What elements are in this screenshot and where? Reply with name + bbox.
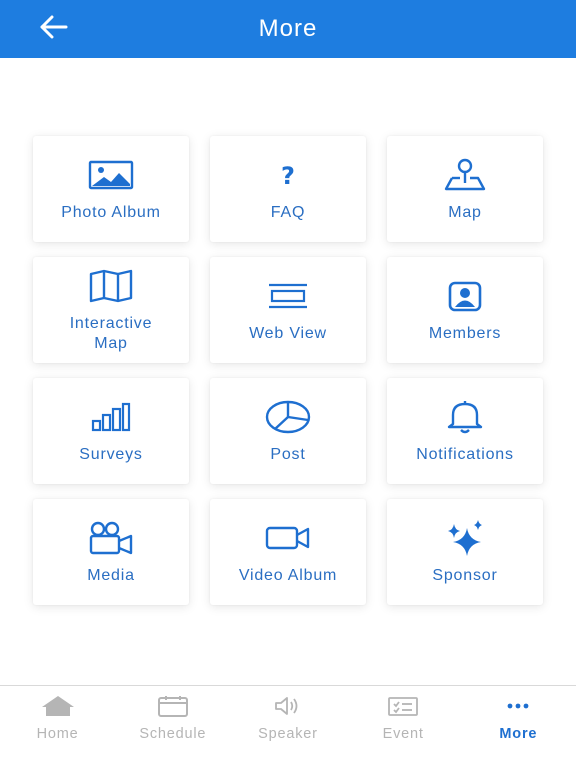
movie-camera-icon xyxy=(88,521,134,555)
question-icon: ? xyxy=(277,161,299,189)
tile-label: Video Album xyxy=(238,567,338,584)
tab-speaker[interactable]: Speaker xyxy=(230,686,345,768)
tab-more[interactable]: More xyxy=(461,686,576,768)
more-dots-icon xyxy=(506,695,530,722)
image-icon xyxy=(88,160,134,190)
tile-label: Web View xyxy=(249,325,327,342)
tile-faq[interactable]: ? FAQ xyxy=(210,136,366,242)
tab-label: Schedule xyxy=(139,726,207,742)
video-camera-icon xyxy=(265,525,311,551)
tab-event[interactable]: Event xyxy=(346,686,461,768)
tile-label: Members xyxy=(428,325,502,342)
pie-chart-icon xyxy=(265,400,311,434)
tile-sponsor[interactable]: Sponsor xyxy=(387,499,543,605)
tile-video-album[interactable]: Video Album xyxy=(210,499,366,605)
tile-map[interactable]: Map xyxy=(387,136,543,242)
tile-label: Sponsor xyxy=(432,567,498,584)
map-pin-icon xyxy=(442,158,488,192)
tile-label: Map xyxy=(448,204,482,221)
tab-label: Speaker xyxy=(258,726,318,742)
tile-members[interactable]: Members xyxy=(387,257,543,363)
tile-post[interactable]: Post xyxy=(210,378,366,484)
tile-label: Photo Album xyxy=(61,204,161,221)
bar-chart-icon xyxy=(91,402,131,432)
tile-media[interactable]: Media xyxy=(33,499,189,605)
page-title: More xyxy=(258,15,318,42)
tile-surveys[interactable]: Surveys xyxy=(33,378,189,484)
tab-label: Event xyxy=(382,726,424,742)
tile-label: Media xyxy=(87,567,135,584)
tile-label: Surveys xyxy=(79,446,143,463)
tile-label: Post xyxy=(270,446,306,463)
tab-schedule[interactable]: Schedule xyxy=(115,686,230,768)
tile-notifications[interactable]: Notifications xyxy=(387,378,543,484)
ticket-icon xyxy=(387,695,419,722)
tile-label: FAQ xyxy=(270,204,306,221)
tile-label: Notifications xyxy=(416,446,514,463)
top-app-bar: More xyxy=(0,0,576,58)
tab-label: Home xyxy=(36,726,79,742)
web-view-icon xyxy=(267,282,309,310)
tile-label: Interactive Map xyxy=(69,315,153,352)
tab-label: More xyxy=(499,726,538,742)
tile-interactive-map[interactable]: Interactive Map xyxy=(33,257,189,363)
calendar-icon xyxy=(157,695,189,722)
bottom-tab-bar: Home Schedule Speaker Event More xyxy=(0,685,576,768)
member-badge-icon xyxy=(448,280,482,312)
folded-map-icon xyxy=(88,269,134,303)
more-menu-grid: Photo Album ? FAQ Map Interactive Map We… xyxy=(33,136,543,605)
svg-text:?: ? xyxy=(281,162,295,189)
sparkles-icon xyxy=(445,520,485,556)
speaker-icon xyxy=(274,695,302,722)
tile-photo-album[interactable]: Photo Album xyxy=(33,136,189,242)
back-button[interactable] xyxy=(36,14,72,44)
tile-web-view[interactable]: Web View xyxy=(210,257,366,363)
tab-home[interactable]: Home xyxy=(0,686,115,768)
arrow-left-icon xyxy=(39,15,69,44)
home-icon xyxy=(41,695,75,722)
bell-icon xyxy=(445,400,485,434)
